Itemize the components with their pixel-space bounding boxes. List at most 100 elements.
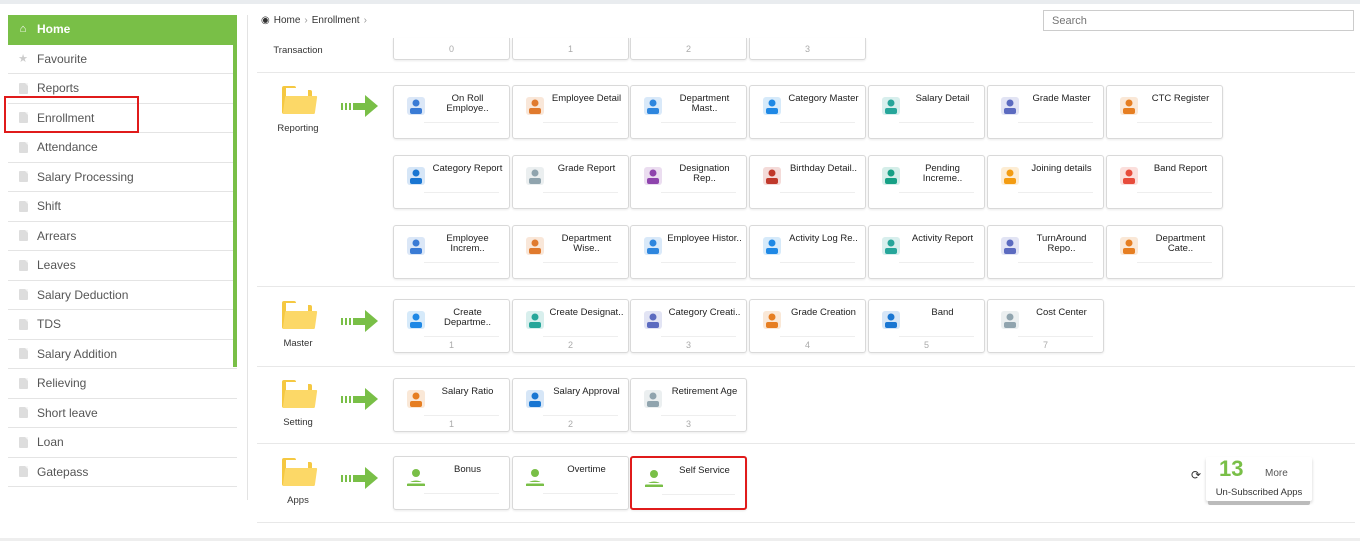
sidebar-item-short-leave[interactable]: Short leave xyxy=(8,399,237,428)
employee-icon xyxy=(404,94,428,118)
create-designation-icon xyxy=(523,308,547,332)
sidebar-item-loan[interactable]: Loan xyxy=(8,428,237,458)
setting-card-salary-approval[interactable]: Salary Approval 2 xyxy=(512,378,629,432)
card-divider xyxy=(543,192,618,193)
master-card-grade-creation[interactable]: Grade Creation 4 xyxy=(749,299,866,353)
reporting-card-turnaround[interactable]: TurnAround Repo.. xyxy=(987,225,1104,279)
reporting-card-department-wise[interactable]: Department Wise.. xyxy=(512,225,629,279)
card-divider xyxy=(1018,122,1093,123)
refresh-icon[interactable]: ⟳ xyxy=(1191,468,1201,482)
folder-icon xyxy=(282,458,318,486)
document-icon xyxy=(17,200,29,212)
salary-approval-icon xyxy=(523,387,547,411)
transaction-card[interactable]: 0 xyxy=(393,38,510,60)
sidebar-scroll-indicator xyxy=(233,15,237,367)
card-divider xyxy=(899,122,974,123)
card-divider xyxy=(543,122,618,123)
folder-icon xyxy=(282,380,318,408)
sidebar-item-tds[interactable]: TDS xyxy=(8,310,237,340)
reporting-card-joining[interactable]: Joining details xyxy=(987,155,1104,209)
transaction-card[interactable]: 2 xyxy=(630,38,747,60)
more-apps-badge[interactable]: 13 More Un-Subscribed Apps xyxy=(1206,456,1312,505)
sidebar-item-label: TDS xyxy=(37,317,61,332)
transaction-card[interactable]: 3 xyxy=(749,38,866,60)
card-divider xyxy=(424,262,499,263)
card-title: Employee Detail xyxy=(551,93,622,104)
transaction-card[interactable]: 1 xyxy=(512,38,629,60)
sidebar-item-arrears[interactable]: Arrears xyxy=(8,222,237,251)
reporting-card-history[interactable]: Employee Histor.. xyxy=(630,225,747,279)
grade-creation-icon xyxy=(760,308,784,332)
breadcrumb-current[interactable]: Enrollment xyxy=(312,15,360,26)
breadcrumb-home[interactable]: Home xyxy=(274,15,301,26)
sidebar-item-leaves[interactable]: Leaves xyxy=(8,251,237,281)
sidebar-item-label: Arrears xyxy=(37,228,77,243)
card-number: 4 xyxy=(804,340,810,350)
reporting-card-ctc[interactable]: CTC Register xyxy=(1106,85,1223,139)
sidebar-item-home[interactable]: ⌂ Home xyxy=(8,15,237,45)
reporting-card-department-category[interactable]: Department Cate.. xyxy=(1106,225,1223,279)
apps-card-bonus[interactable]: Bonus xyxy=(393,456,510,510)
document-icon xyxy=(17,407,29,419)
salary-icon xyxy=(879,94,903,118)
sidebar-item-label: Salary Processing xyxy=(37,169,134,184)
card-title: Department Mast.. xyxy=(679,93,730,114)
reporting-card-increment[interactable]: Employee Increm.. xyxy=(393,225,510,279)
card-title: Joining details xyxy=(1031,163,1092,174)
setting-card-retirement[interactable]: Retirement Age 3 xyxy=(630,378,747,432)
card-divider xyxy=(424,493,499,494)
sidebar-item-favourite[interactable]: ★ Favourite xyxy=(8,45,237,74)
reporting-card-salary[interactable]: Salary Detail xyxy=(868,85,985,139)
search-input[interactable] xyxy=(1043,10,1354,31)
card-divider xyxy=(424,415,499,416)
reporting-card-department[interactable]: Department Mast.. xyxy=(630,85,747,139)
card-divider xyxy=(424,336,499,337)
reporting-card-activity-log[interactable]: Activity Log Re.. xyxy=(749,225,866,279)
sidebar-item-gatepass[interactable]: Gatepass xyxy=(8,458,237,487)
sidebar-item-label: Salary Addition xyxy=(37,346,118,361)
reporting-card-category-report[interactable]: Category Report xyxy=(393,155,510,209)
apps-card-overtime[interactable]: Overtime xyxy=(512,456,629,510)
reporting-card-activity-report[interactable]: Activity Report xyxy=(868,225,985,279)
band-report-icon xyxy=(1117,164,1141,188)
master-card-cost-center[interactable]: Cost Center 7 xyxy=(987,299,1104,353)
card-number: 7 xyxy=(1042,340,1048,350)
master-card-create-designation[interactable]: Create Designat.. 2 xyxy=(512,299,629,353)
master-card-category-creation[interactable]: Category Creati.. 3 xyxy=(630,299,747,353)
setting-card-salary-ratio[interactable]: Salary Ratio 1 xyxy=(393,378,510,432)
section-label-apps: Apps xyxy=(287,495,309,506)
card-title: Grade Master xyxy=(1032,93,1091,104)
folder-icon xyxy=(282,301,318,329)
section-label-transaction: Transaction xyxy=(273,45,323,56)
card-divider xyxy=(1018,192,1093,193)
person-icon xyxy=(404,465,428,489)
reporting-card-birthday[interactable]: Birthday Detail.. xyxy=(749,155,866,209)
grade-report-icon xyxy=(523,164,547,188)
reporting-card-employee-detail[interactable]: Employee Detail xyxy=(512,85,629,139)
apps-card-self-service[interactable]: Self Service xyxy=(630,456,747,510)
reporting-card-pending-increment[interactable]: Pending Increme.. xyxy=(868,155,985,209)
reporting-card-category[interactable]: Category Master xyxy=(749,85,866,139)
person-icon xyxy=(523,465,547,489)
card-title: Bonus xyxy=(454,464,481,475)
enrollment-highlight xyxy=(4,96,139,133)
sidebar-item-attendance[interactable]: Attendance xyxy=(8,133,237,163)
sidebar-item-relieving[interactable]: Relieving xyxy=(8,369,237,399)
sidebar-item-salary-deduction[interactable]: Salary Deduction xyxy=(8,281,237,310)
card-divider xyxy=(661,192,736,193)
document-icon xyxy=(17,259,29,271)
sidebar-item-salary-processing[interactable]: Salary Processing xyxy=(8,163,237,192)
sidebar-item-salary-addition[interactable]: Salary Addition xyxy=(8,340,237,369)
card-number: 1 xyxy=(448,340,454,350)
reporting-card-grade[interactable]: Grade Master xyxy=(987,85,1104,139)
reporting-card-employee[interactable]: On Roll Employe.. xyxy=(393,85,510,139)
reporting-card-grade-report[interactable]: Grade Report xyxy=(512,155,629,209)
master-card-band[interactable]: Band 5 xyxy=(868,299,985,353)
sidebar-item-shift[interactable]: Shift xyxy=(8,192,237,222)
master-card-create-department[interactable]: Create Departme.. 1 xyxy=(393,299,510,353)
reporting-card-band-report[interactable]: Band Report xyxy=(1106,155,1223,209)
document-icon xyxy=(17,230,29,242)
reporting-card-designation[interactable]: Designation Rep.. xyxy=(630,155,747,209)
section-label-master: Master xyxy=(283,338,313,349)
turnaround-icon xyxy=(998,234,1022,258)
